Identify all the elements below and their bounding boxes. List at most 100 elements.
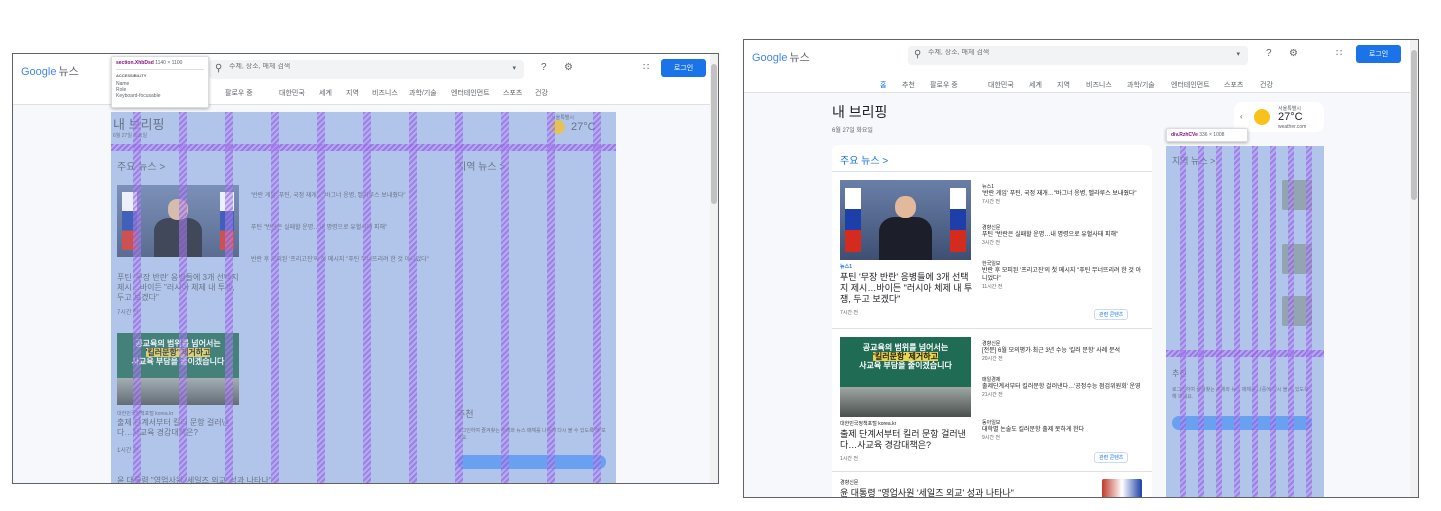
nav-recommended[interactable]: 추천 [902, 80, 915, 90]
related-time: 7시간 전 [982, 199, 1000, 205]
story2-title[interactable]: 출제 단계서부터 킬러 문항 걸러낸다…사교육 경감대책은? [840, 429, 976, 451]
putin-thumbnail[interactable] [840, 180, 971, 260]
story3[interactable]: 경향신문 윤 대통령 "영업사원 '세일즈 외교' 성과 나타나" [840, 479, 1090, 497]
chevron-down-icon[interactable]: ▾ [512, 64, 516, 72]
devtools-tooltip: div.RzhCVe 336 × 1008 [1166, 128, 1248, 142]
divider [832, 328, 1152, 329]
story1-time: 7시간 전 [840, 310, 858, 316]
nav-business[interactable]: 비즈니스 [1086, 80, 1112, 90]
google-news-logo[interactable]: Google 뉴스 [752, 49, 810, 65]
devtools-grid-line [1306, 146, 1312, 497]
related-time: 11시간 전 [982, 284, 1003, 290]
tooltip-tag: div.RzhCVe [1171, 132, 1198, 138]
search-box[interactable]: ⚲ ▾ [209, 60, 524, 79]
story1-related-item[interactable]: 경향신문 푸틴 "반란은 실패할 운명…내 명령으로 유혈사태 피해" 3시간 … [982, 224, 1142, 246]
story2[interactable]: 대한민국정책포털 korea.kr 출제 단계서부터 킬러 문항 걸러낸다…사교… [840, 420, 976, 462]
search-input[interactable] [928, 49, 1128, 56]
devtools-grid-line [501, 112, 509, 483]
story1-related-item[interactable]: 한국일보 반란 후 모피된 '프리고진'의 첫 메시지 "푸틴 무너뜨리려 한 … [982, 260, 1142, 290]
chevron-down-icon[interactable]: ▾ [1236, 50, 1240, 58]
nav-following[interactable]: 팔로우 중 [225, 88, 253, 98]
nav-local[interactable]: 지역 [346, 88, 359, 98]
google-news-logo[interactable]: Google 뉴스 [21, 63, 79, 79]
full-coverage-button[interactable]: 관련 콘텐츠 [1094, 309, 1129, 320]
nav-sports[interactable]: 스포츠 [503, 88, 522, 98]
story2-related-item[interactable]: 동아일보 대학별 논술도 킬러문항 출제 못하게 한다 9시간 전 [982, 419, 1142, 441]
recommend-text: 로그인하여 즐겨찾는 주제와 뉴스 매체를 나중에 다시 볼 수 있도록 해 보… [457, 428, 606, 441]
help-icon[interactable]: ? [541, 62, 547, 73]
weather-temp: 27°C [1278, 111, 1303, 123]
related-source: 뉴스1 [982, 184, 994, 190]
nav-following[interactable]: 팔로우 중 [930, 80, 958, 90]
nav-korea[interactable]: 대한민국 [279, 88, 305, 98]
story3-thumbnail[interactable] [1102, 479, 1142, 497]
nav-scitech[interactable]: 과학/기술 [409, 88, 437, 98]
related-title[interactable]: 반란 후 모피된 '프리고진'의 첫 메시지 "푸틴 무너뜨리려 한 것 아니었… [982, 267, 1142, 283]
education-thumbnail[interactable]: 공교육의 범위를 넘어서는 '킬러문항' 제거하고 사교육 부담을 줄이겠습니다 [840, 337, 971, 417]
login-button[interactable]: 로그인 [1356, 45, 1401, 63]
local-news-label[interactable]: 지역 뉴스 > [1172, 154, 1215, 167]
story3-title[interactable]: 윤 대통령 "영업사원 '세일즈 외교' 성과 나타나" [840, 488, 1090, 497]
chevron-left-icon[interactable]: ‹ [1240, 112, 1243, 121]
divider [832, 471, 1152, 472]
story2-time: 1시간 전 [840, 456, 858, 462]
related-time: 20시간 전 [982, 356, 1003, 362]
story2-related-item[interactable]: 매일경제 출제단계서부터 킬러문항 걸러낸다…'공정수능 점검위원회' 운영 2… [982, 376, 1142, 398]
full-coverage-button[interactable]: 관련 콘텐츠 [1094, 452, 1129, 463]
nav-scitech[interactable]: 과학/기술 [1127, 80, 1155, 90]
story2-source: 대한민국정책포털 korea.kr [840, 421, 897, 427]
apps-grid-icon[interactable]: ∷ [643, 62, 649, 73]
top-news-label[interactable]: 주요 뉴스 > [117, 158, 165, 173]
scrollbar[interactable] [1410, 40, 1418, 497]
scrollbar[interactable] [710, 54, 718, 483]
story1[interactable]: 뉴스1 푸틴 '무장 반란' 응병들에 3개 선택지 제시…바이든 "러시아 체… [840, 263, 974, 316]
devtools-grid-line [363, 112, 371, 483]
related-title[interactable]: '반란 게임' 푸틴, 국정 재개…"바그너 응병, 벨라루스 보내줬다" [982, 190, 1142, 198]
devtools-grid-line [409, 112, 417, 483]
top-news-card: 주요 뉴스 > 뉴스1 푸틴 '무장 반란' 응병들에 3개 선택지 제시…바이… [832, 145, 1152, 497]
related-source: 경향신문 [982, 341, 1001, 347]
apps-grid-icon[interactable]: ∷ [1336, 48, 1342, 59]
related-title[interactable]: [전문] 6월 모의평가·최근 3년 수능 '킬러 문항' 사례 분석 [982, 347, 1142, 355]
story1-title[interactable]: 푸틴 '무장 반란' 응병들에 3개 선택지 제시…바이든 "러시아 체제 내 … [840, 272, 974, 305]
top-news-label[interactable]: 주요 뉴스 > [840, 152, 888, 167]
right-browser-viewport: Google뉴스 ⚲ ▾ ? ⚙ ∷ 로그인 홈 추천 팔로우 중 대한민국 세… [743, 39, 1419, 498]
nav-world[interactable]: 세계 [1029, 80, 1042, 90]
local-news-label[interactable]: 지역 뉴스 > [457, 158, 505, 173]
related-title[interactable]: 푸틴 "반란은 실패할 운명…내 명령으로 유혈사태 피해" [982, 231, 1142, 239]
logo-news-text: 뉴스 [789, 52, 810, 64]
nav-korea[interactable]: 대한민국 [988, 80, 1014, 90]
nav-sports[interactable]: 스포츠 [1224, 80, 1243, 90]
sun-icon [1254, 109, 1270, 125]
help-icon[interactable]: ? [1266, 48, 1272, 59]
briefing-title: 내 브리핑 [832, 104, 888, 120]
search-input[interactable] [229, 63, 429, 70]
nav-entertainment[interactable]: 엔터테인먼트 [1171, 80, 1210, 90]
story1-related-item[interactable]: 뉴스1 '반란 게임' 푸틴, 국정 재개…"바그너 응병, 벨라루스 보내줬다… [982, 183, 1142, 205]
nav-local[interactable]: 지역 [1057, 80, 1070, 90]
recommend-login-button[interactable] [457, 455, 606, 469]
edu-image-line2: '킬러문항' 제거하고 [145, 347, 211, 357]
devtools-grid-line [317, 112, 325, 483]
login-button[interactable]: 로그인 [661, 59, 706, 77]
devtools-highlight-sidebar: 지역 뉴스 > 추천 로그인하여 즐겨찾는 주제와 뉴스 매체를 나중에 다시 … [1166, 146, 1324, 497]
related-title[interactable]: 대학별 논술도 킬러문항 출제 못하게 한다 [982, 426, 1142, 434]
story2-related-item[interactable]: 경향신문 [전문] 6월 모의평가·최근 3년 수능 '킬러 문항' 사례 분석… [982, 340, 1142, 362]
tooltip-size: 1140 × 1100 [155, 60, 183, 66]
related-source: 경향신문 [982, 225, 1001, 231]
devtools-grid-line [133, 112, 141, 483]
related-title[interactable]: 출제단계서부터 킬러문항 걸러낸다…'공정수능 점검위원회' 운영 [982, 383, 1142, 391]
gear-icon[interactable]: ⚙ [1289, 48, 1298, 59]
nav-health[interactable]: 건강 [535, 88, 548, 98]
nav-health[interactable]: 건강 [1260, 80, 1273, 90]
nav-business[interactable]: 비즈니스 [372, 88, 398, 98]
weather-widget[interactable]: ‹ 서울특별시 27°C weather.com [1234, 102, 1324, 132]
search-box[interactable]: ⚲ ▾ [908, 46, 1248, 65]
briefing-date: 6월 27일 화요일 [113, 133, 148, 139]
nav-home[interactable]: 홈 [880, 80, 886, 90]
devtools-grid-line [1252, 146, 1258, 497]
gear-icon[interactable]: ⚙ [564, 62, 573, 73]
nav-entertainment[interactable]: 엔터테인먼트 [451, 88, 490, 98]
tooltip-size: 336 × 1008 [1199, 132, 1225, 138]
nav-world[interactable]: 세계 [319, 88, 332, 98]
